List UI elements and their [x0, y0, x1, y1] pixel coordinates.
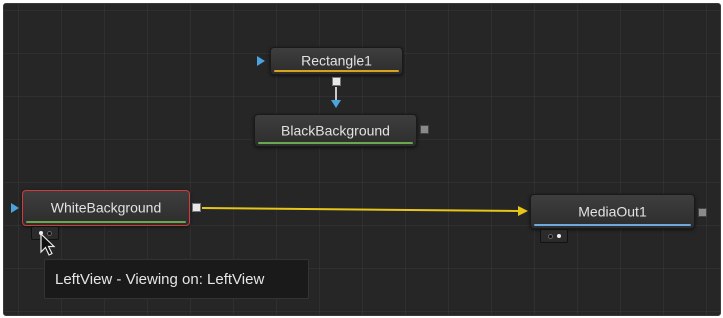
node-editor-canvas[interactable]: Rectangle1 BlackBackground WhiteBackgrou…	[3, 3, 721, 316]
rectangle-output-port[interactable]	[332, 77, 341, 86]
node-label: WhiteBackground	[50, 199, 162, 216]
node-label: BlackBackground	[281, 121, 390, 138]
node-mediaout1[interactable]: MediaOut1	[530, 194, 695, 229]
node-label: Rectangle1	[301, 52, 372, 69]
node-label: MediaOut1	[578, 202, 647, 219]
mediaout-output-port[interactable]	[698, 208, 707, 217]
node-type-strip	[258, 142, 413, 144]
node-type-strip	[26, 221, 186, 223]
blackbackground-output-port[interactable]	[420, 125, 429, 134]
left-view-button[interactable]	[547, 233, 553, 239]
whitebackground-output-port[interactable]	[192, 203, 201, 212]
view-buttons	[540, 229, 568, 243]
wire-arrowhead-mask	[331, 100, 341, 108]
wire-arrowhead-main	[518, 206, 528, 216]
node-blackbackground[interactable]: BlackBackground	[254, 114, 417, 147]
whitebackground-input-port[interactable]	[11, 203, 19, 213]
node-whitebackground[interactable]: WhiteBackground	[22, 190, 190, 226]
node-type-strip	[534, 224, 691, 226]
wire-whitebackground-to-mediaout[interactable]	[201, 207, 519, 212]
node-rectangle1[interactable]: Rectangle1	[270, 47, 403, 75]
right-view-button[interactable]	[556, 234, 561, 238]
rectangle-input-port[interactable]	[257, 56, 265, 66]
view-tooltip: LeftView - Viewing on: LeftView	[44, 259, 309, 299]
node-type-strip	[274, 70, 399, 72]
mouse-cursor-icon	[40, 233, 56, 256]
